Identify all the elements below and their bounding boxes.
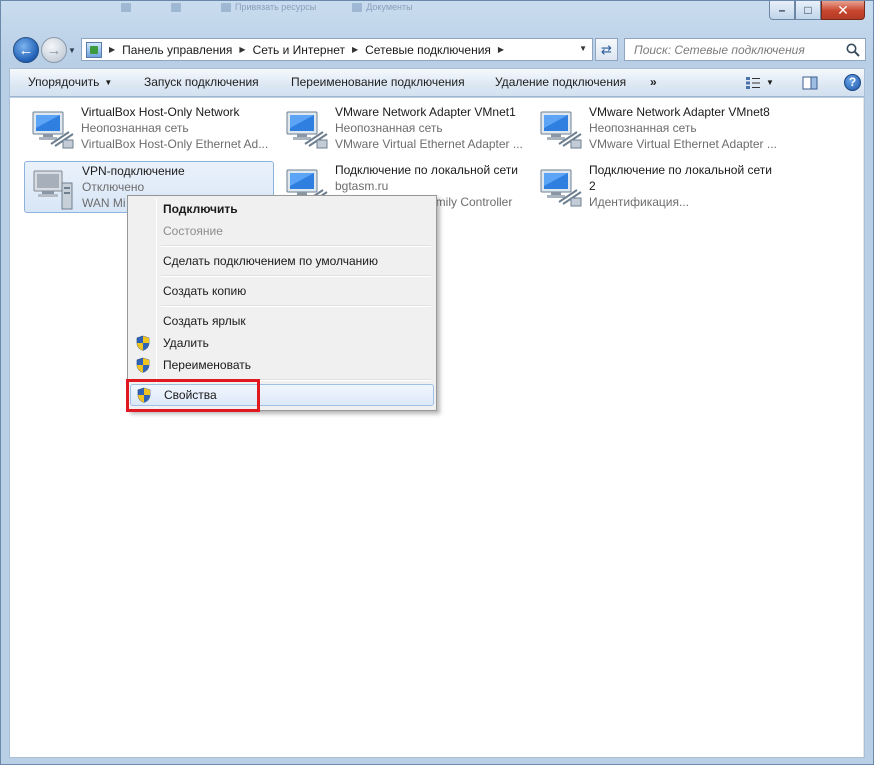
connection-status: Неопознанная сеть xyxy=(81,121,189,135)
network-adapter-icon xyxy=(286,111,328,149)
network-adapter-icon xyxy=(540,169,582,207)
breadcrumb-network-internet[interactable]: Сеть и Интернет xyxy=(253,43,345,57)
menu-item-set-default[interactable]: Сделать подключением по умолчанию xyxy=(130,250,434,272)
menu-item-delete[interactable]: Удалить xyxy=(130,332,434,354)
annotation-highlight xyxy=(126,379,260,412)
connection-name: VMware Network Adapter VMnet8 xyxy=(589,105,770,119)
menu-item-copy[interactable]: Создать копию xyxy=(130,280,434,302)
control-panel-icon xyxy=(86,41,102,58)
ghost-tab xyxy=(121,1,135,13)
address-bar[interactable]: ▶ Панель управления ▶ Сеть и Интернет ▶ … xyxy=(81,38,593,61)
organize-label: Упорядочить xyxy=(28,75,100,89)
chevron-down-icon: ▼ xyxy=(104,78,113,87)
change-view-button[interactable]: ▼ xyxy=(745,74,774,91)
breadcrumb-network-connections[interactable]: Сетевые подключения xyxy=(365,43,491,57)
address-history-dropdown[interactable]: ▼ xyxy=(579,44,587,53)
window-frame: Привязать ресурсы Документы – □ ✕ ← → ▼ … xyxy=(0,0,874,765)
menu-item-label: Удалить xyxy=(163,336,209,350)
network-adapter-icon xyxy=(540,111,582,149)
connection-device: VMware Virtual Ethernet Adapter ... xyxy=(335,137,523,151)
breadcrumb-control-panel[interactable]: Панель управления xyxy=(122,43,232,57)
menu-separator xyxy=(161,245,431,247)
connection-device: VirtualBox Host-Only Ethernet Ad... xyxy=(81,137,269,151)
organize-button[interactable]: Упорядочить ▼ xyxy=(28,69,112,96)
connection-name: VirtualBox Host-Only Network xyxy=(81,105,240,119)
search-placeholder: Поиск: Сетевые подключения xyxy=(634,42,805,57)
connection-vmnet8[interactable]: VMware Network Adapter VMnet8 Неопознанн… xyxy=(532,103,782,155)
uac-shield-icon xyxy=(136,357,150,373)
connection-vmnet1[interactable]: VMware Network Adapter VMnet1 Неопознанн… xyxy=(278,103,528,155)
more-commands-button[interactable]: » xyxy=(650,69,657,96)
connection-status: Идентификация... xyxy=(589,195,689,209)
uac-shield-icon xyxy=(136,335,150,351)
back-button[interactable]: ← xyxy=(13,37,39,63)
command-bar: Упорядочить ▼ Запуск подключения Переимен… xyxy=(9,68,865,97)
connection-virtualbox[interactable]: VirtualBox Host-Only Network Неопознанна… xyxy=(24,103,274,155)
connection-name: VPN-подключение xyxy=(82,164,185,178)
caption-buttons: – □ ✕ xyxy=(769,1,865,20)
connection-local-network-2[interactable]: Подключение по локальной сети 2 Идентифи… xyxy=(532,161,782,213)
menu-separator xyxy=(161,305,431,307)
connection-device: VMware Virtual Ethernet Adapter ... xyxy=(589,137,777,151)
search-icon[interactable] xyxy=(845,42,861,58)
start-connection-button[interactable]: Запуск подключения xyxy=(144,69,259,96)
arrow-right-icon: → xyxy=(46,41,62,59)
ghost-tab xyxy=(171,1,185,13)
maximize-button[interactable]: □ xyxy=(795,1,821,20)
connection-text: VirtualBox Host-Only Network Неопознанна… xyxy=(81,104,277,152)
ghost-tab: Документы xyxy=(352,1,413,13)
chevron-right-icon[interactable]: ▶ xyxy=(352,45,358,54)
view-list-icon xyxy=(746,76,760,89)
minimize-button[interactable]: – xyxy=(769,1,795,20)
connection-name-line2: 2 xyxy=(589,179,596,193)
navigation-bar: ← → ▼ ▶ Панель управления ▶ Сеть и Интер… xyxy=(1,33,873,65)
connection-text: VMware Network Adapter VMnet8 Неопознанн… xyxy=(589,104,785,152)
preview-pane-icon xyxy=(802,76,818,89)
network-adapter-icon xyxy=(32,111,74,149)
connection-status: bgtasm.ru xyxy=(335,179,389,193)
arrow-left-icon: ← xyxy=(18,41,34,59)
connection-status: Отключено xyxy=(82,180,145,194)
menu-separator xyxy=(161,275,431,277)
connection-status: Неопознанная сеть xyxy=(335,121,443,135)
chevron-down-icon: ▼ xyxy=(766,78,774,87)
close-button[interactable]: ✕ xyxy=(821,1,865,20)
connection-name: VMware Network Adapter VMnet1 xyxy=(335,105,516,119)
menu-item-label: Переименовать xyxy=(163,358,251,372)
connection-text: Подключение по локальной сети 2 Идентифи… xyxy=(589,162,785,210)
help-icon[interactable]: ? xyxy=(844,74,861,91)
connection-name: Подключение по локальной сети xyxy=(335,163,518,177)
chevron-right-icon[interactable]: ▶ xyxy=(498,45,504,54)
chevron-right-icon[interactable]: ▶ xyxy=(109,45,115,54)
background-taskbar-ghost: Привязать ресурсы Документы xyxy=(121,1,413,13)
forward-button[interactable]: → xyxy=(41,37,67,63)
connection-status: Неопознанная сеть xyxy=(589,121,697,135)
menu-item-status: Состояние xyxy=(163,224,223,238)
scroll-track xyxy=(863,98,864,757)
connection-name: Подключение по локальной сети xyxy=(589,163,772,177)
delete-connection-button[interactable]: Удаление подключения xyxy=(495,69,626,96)
refresh-icon: ⇄ xyxy=(601,41,612,57)
vpn-connection-icon xyxy=(33,170,73,210)
ghost-tab: Привязать ресурсы xyxy=(221,1,316,13)
connection-text: VMware Network Adapter VMnet1 Неопознанн… xyxy=(335,104,531,152)
menu-item-connect[interactable]: Подключить xyxy=(130,198,434,220)
menu-item-rename[interactable]: Переименовать xyxy=(130,354,434,376)
menu-item-shortcut[interactable]: Создать ярлык xyxy=(130,310,434,332)
refresh-button[interactable]: ⇄ xyxy=(595,38,618,61)
preview-pane-button[interactable] xyxy=(802,74,818,91)
title-bar: Привязать ресурсы Документы – □ ✕ xyxy=(1,1,873,31)
rename-connection-button[interactable]: Переименование подключения xyxy=(291,69,465,96)
recent-pages-dropdown[interactable]: ▼ xyxy=(68,46,76,55)
search-input[interactable]: Поиск: Сетевые подключения xyxy=(624,38,866,61)
chevron-right-icon[interactable]: ▶ xyxy=(239,45,245,54)
